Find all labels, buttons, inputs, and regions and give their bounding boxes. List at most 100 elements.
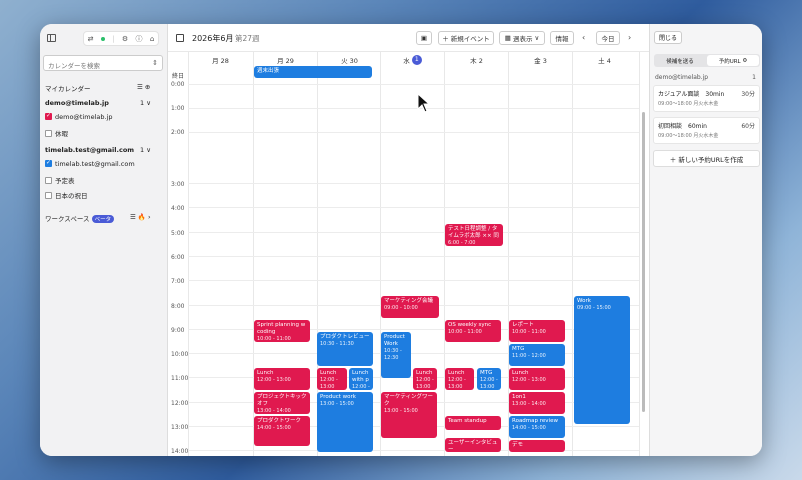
workspace-row[interactable]: ワークスペース ベータ	[45, 213, 115, 223]
calendar-event[interactable]: Lunch 12:00 - 13:00	[254, 368, 310, 390]
info-button[interactable]: 情報	[550, 31, 574, 45]
hour-line	[188, 232, 639, 233]
day-header[interactable]: 火 30	[317, 52, 381, 67]
calendar-event[interactable]: Lunch 12:00 - 13:00	[509, 368, 565, 390]
hour-line	[188, 353, 639, 354]
info-icon[interactable]: ⓘ	[135, 34, 142, 44]
booking-url-card[interactable]: カジュアル面談 30min 09:00〜18:00 月火水木金 30分	[653, 85, 760, 112]
close-button[interactable]: 閉じる	[654, 31, 683, 44]
calendar-event[interactable]: Roadmap review 14:00 - 15:00	[509, 416, 565, 438]
tab-send-candidates[interactable]: 候補を送る	[654, 54, 706, 67]
day-header[interactable]: 木 2	[444, 52, 508, 67]
checkbox-unchecked[interactable]	[45, 177, 52, 184]
shuffle-icon[interactable]: ⇄	[88, 35, 94, 43]
calendar-search-input[interactable]: カレンダーを検索 ⇕	[43, 55, 163, 71]
home-icon[interactable]: ⌂	[150, 35, 154, 43]
time-label: 7:00	[171, 278, 185, 285]
day-header[interactable]: 月 28	[188, 52, 252, 67]
tab-label: 候補を送る	[666, 58, 694, 65]
new-event-button[interactable]: ＋ 新規イベント	[438, 31, 494, 45]
calendar-event[interactable]: レポート 10:00 - 11:00	[509, 320, 565, 342]
calendar-item-holidays[interactable]: 日本の祝日	[45, 190, 88, 200]
view-select[interactable]: ▦ 週表示 ∨	[499, 31, 545, 45]
calendar-event[interactable]: Lunch with p12:00 - 13:00	[349, 368, 373, 390]
calendar-event[interactable]: プロジェクトキックオフ 13:00 - 14:00	[254, 392, 310, 414]
time-label: 14:00	[171, 448, 189, 455]
checkbox-checked[interactable]	[45, 160, 52, 167]
event-time: 13:00 - 14:00	[512, 401, 546, 408]
calendar-event[interactable]: マーケティング会議 09:00 - 10:00	[381, 296, 439, 318]
card-duration: 60分	[741, 123, 755, 130]
column-divider	[444, 52, 445, 456]
column-divider	[639, 52, 640, 456]
calendar-event[interactable]: プロダクトレビュー 10:30 - 11:30	[317, 332, 373, 366]
event-title: 1on1	[512, 394, 526, 400]
panel-tabs: 候補を送る 予約URL ⚙	[654, 54, 760, 67]
week-grid[interactable]: 終日 月 28 月 29 火 30 水 1 木 2 金 3 土 4 0:00 1:00 2:00 3:…	[168, 52, 649, 456]
today-button[interactable]: 今日	[596, 31, 620, 45]
new-booking-url-button[interactable]: ＋ 新しい予約URLを作成	[653, 150, 760, 167]
day-label: 火 30	[341, 56, 358, 65]
layout-toggle-button[interactable]: ▣	[416, 31, 432, 45]
day-header[interactable]: 月 29	[253, 52, 317, 67]
calendar-event[interactable]: Lunch 12:00 - 13:00	[445, 368, 474, 390]
time-label: 4:00	[171, 205, 185, 212]
event-time: 14:00 - 15:00	[257, 425, 291, 432]
calendar-event[interactable]: Sprint planning w coding 10:00 - 11:00	[254, 320, 310, 342]
panel-account: demo@timelab.jp	[655, 74, 709, 81]
calendar-item-schedule[interactable]: 予定表	[45, 175, 75, 185]
event-title: Lunch	[257, 370, 274, 376]
tab-booking-url[interactable]: 予約URL ⚙	[707, 55, 759, 66]
day-header[interactable]: 土 4	[572, 52, 636, 67]
hour-line	[188, 450, 639, 451]
column-divider	[188, 52, 189, 456]
booking-url-card[interactable]: 初回相談 60min 09:00〜18:00 月火水木金 60分	[653, 117, 760, 144]
hour-line	[188, 84, 639, 85]
vertical-scrollbar[interactable]	[642, 112, 645, 412]
calendar-event[interactable]: MTG 12:00 - 13:00	[477, 368, 501, 390]
calendar-event[interactable]: マーケティングワーク 13:00 - 15:00	[381, 392, 437, 438]
calendar-event[interactable]: Product Work 10:30 - 12:30	[381, 332, 411, 378]
prev-week-icon[interactable]: ‹	[582, 33, 585, 42]
event-time: 13:00 - 14:00	[257, 408, 291, 414]
calendar-event[interactable]: Work 09:00 - 15:00	[574, 296, 630, 424]
calendar-event[interactable]: プロダクトワーク 14:00 - 15:00	[254, 416, 310, 446]
calendar-event[interactable]: 週末出張	[254, 66, 372, 78]
event-time: 10:00 - 11:00	[512, 329, 546, 336]
calendar-event[interactable]: 1on1 13:00 - 14:00	[509, 392, 565, 414]
event-time: 09:00 - 10:00	[384, 305, 418, 312]
checkbox-checked[interactable]	[45, 113, 52, 120]
event-time: 12:00 - 13:00	[512, 377, 546, 384]
calendar-item-vacation[interactable]: 休暇	[45, 128, 68, 138]
day-label: 水	[403, 56, 410, 65]
day-header[interactable]: 水1	[380, 52, 444, 67]
event-time: 14:00 - 15:00	[512, 425, 546, 432]
calendar-event[interactable]: Product work 13:00 - 15:00	[317, 392, 373, 452]
calendar-item-gmail[interactable]: timelab.test@gmail.com	[45, 160, 135, 168]
account1-label: demo@timelab.jp	[45, 99, 109, 107]
calendar-event[interactable]: MTG 11:00 - 12:00	[509, 344, 565, 366]
gear-icon[interactable]: ⚙	[122, 35, 128, 43]
calendar-event[interactable]: OS weekly sync 10:00 - 11:00	[445, 320, 501, 342]
sidebar-toggle-icon[interactable]	[47, 34, 56, 42]
next-week-icon[interactable]: ›	[628, 33, 631, 42]
list-icon[interactable]: ☰ ⊕	[137, 83, 150, 91]
calendar-event[interactable]: テスト日程調整 / タイムラボ太郎 ×× 同 6:00 - 7:00	[445, 224, 503, 246]
calendar-event[interactable]: Lunch 12:00 - 13:00	[413, 368, 437, 390]
event-time: 6:00 - 7:00	[448, 240, 476, 246]
account1-count: 1 ∨	[140, 99, 151, 107]
event-title: Lunch	[512, 370, 529, 376]
event-title: Lunch	[448, 370, 465, 376]
calendar-event[interactable]: Team standup	[445, 416, 501, 430]
checkbox-unchecked[interactable]	[45, 130, 52, 137]
day-header[interactable]: 金 3	[508, 52, 572, 67]
event-title: MTG	[512, 346, 525, 352]
checkbox-unchecked[interactable]	[45, 192, 52, 199]
calendar-event[interactable]: ユーザーインタビュー	[445, 438, 501, 452]
event-title: Sprint planning w coding	[257, 322, 306, 336]
calendar-event[interactable]: Lunch 12:00 - 13:00	[317, 368, 347, 390]
my-calendars-heading: マイカレンダー	[45, 83, 91, 93]
workspace-actions[interactable]: ☰ 🔥 ›	[130, 213, 151, 221]
calendar-event[interactable]: デモ	[509, 440, 565, 452]
calendar-item-demo[interactable]: demo@timelab.jp	[45, 113, 113, 121]
